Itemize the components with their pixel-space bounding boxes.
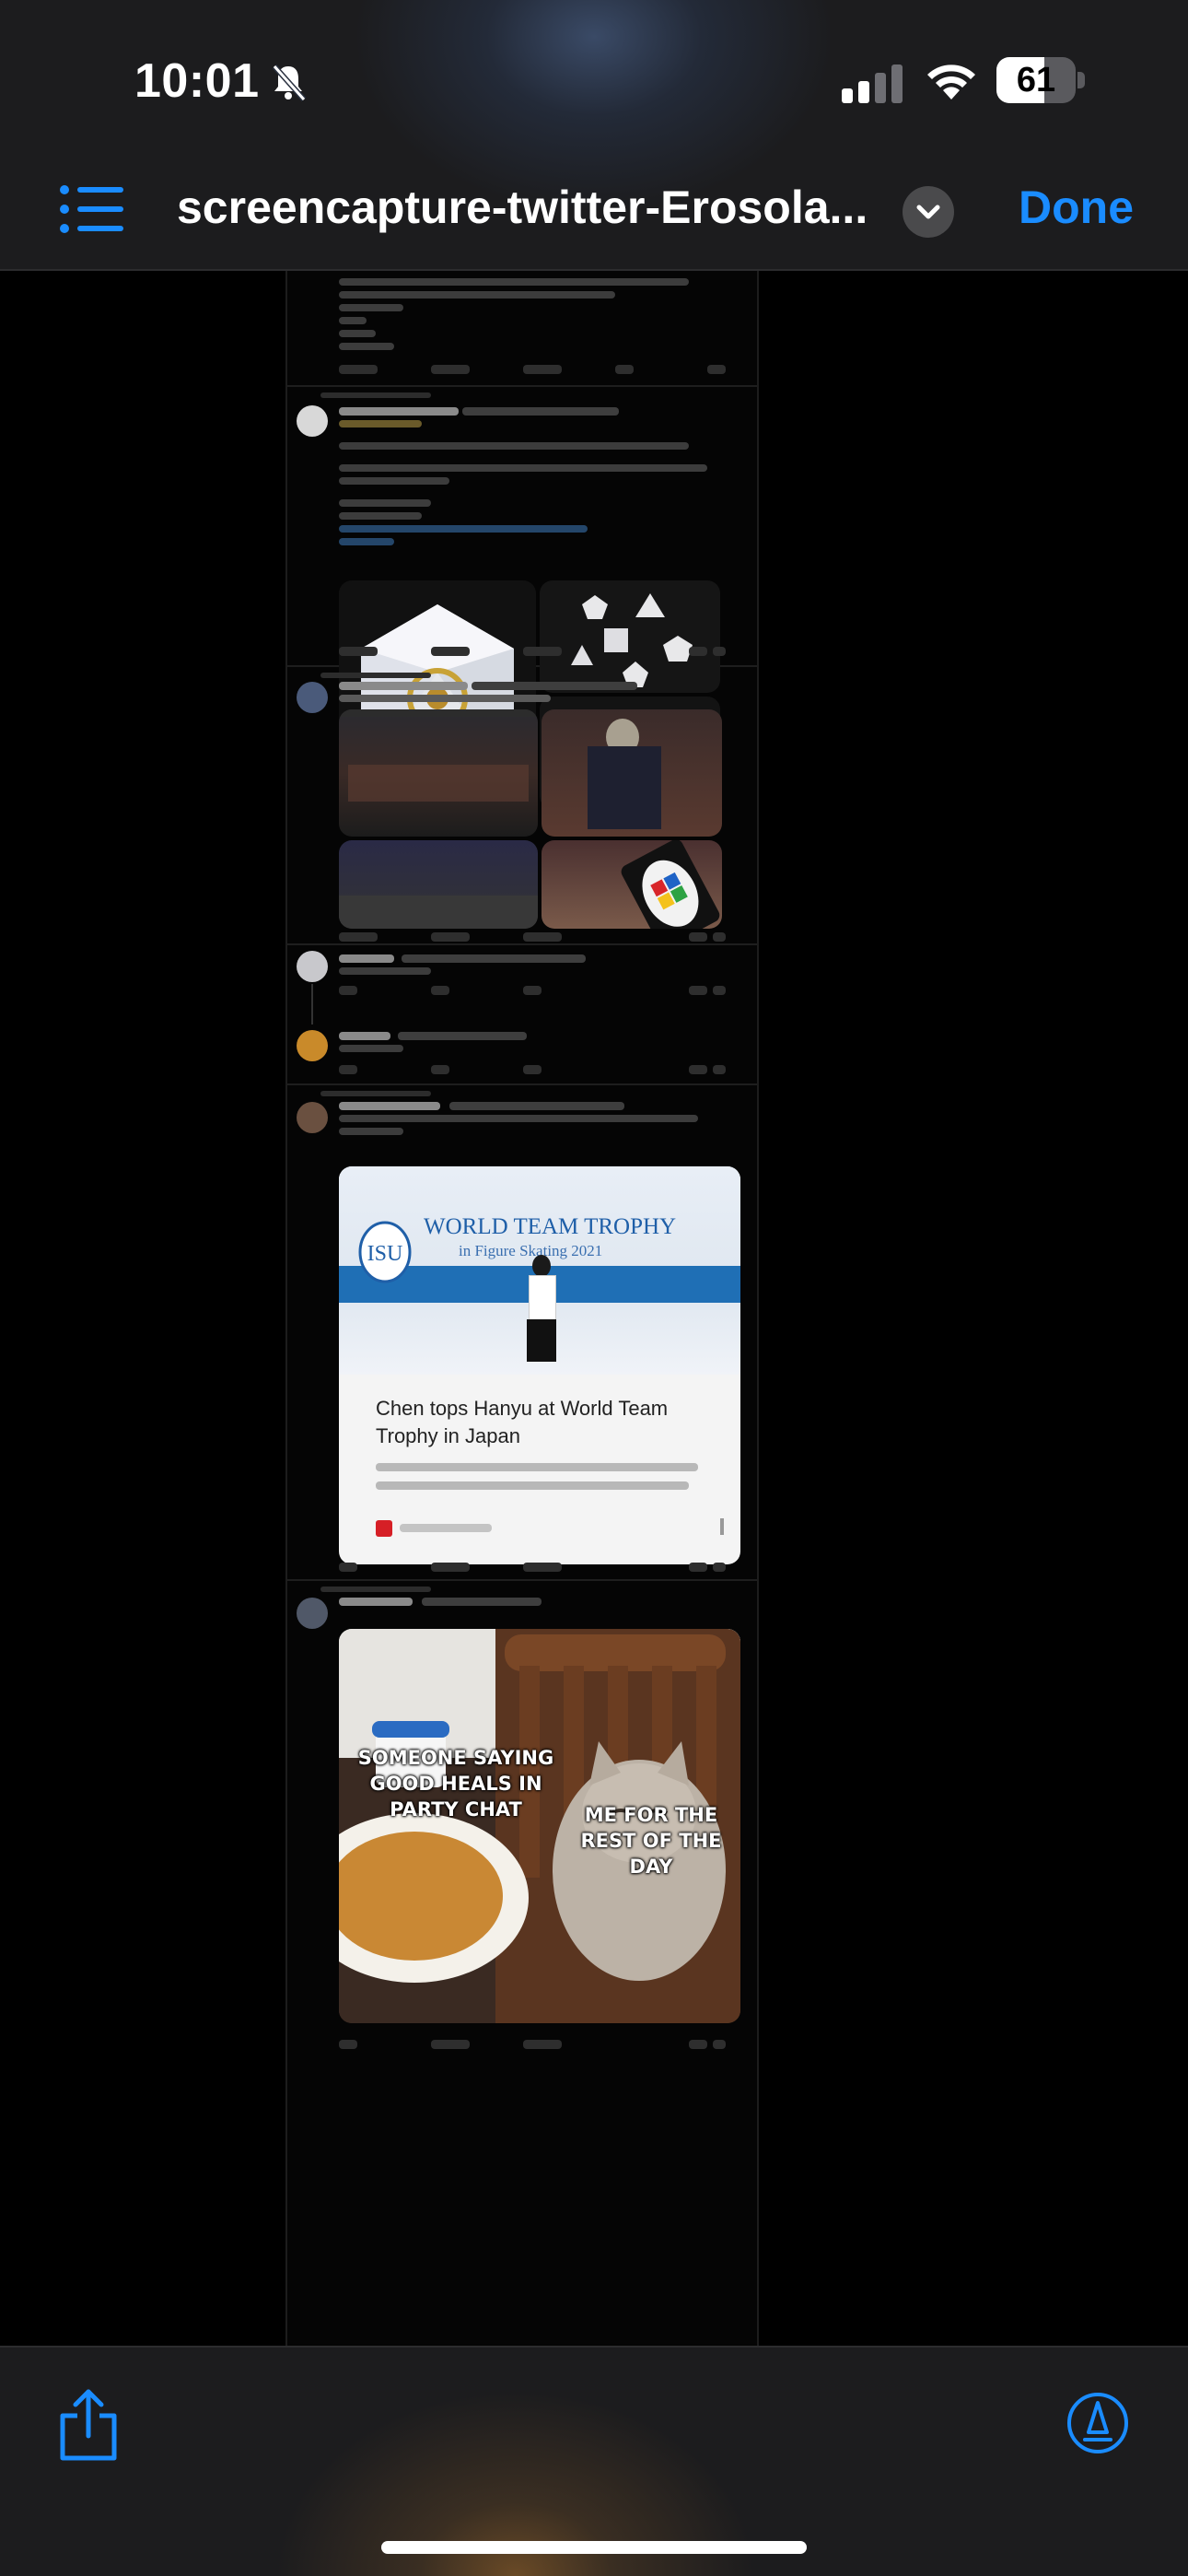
tweet-image xyxy=(339,709,538,837)
tweet-handle xyxy=(402,954,586,963)
tweet-handle xyxy=(462,407,619,416)
retweet-indicator xyxy=(320,1091,431,1096)
isu-logo-icon: ISU xyxy=(358,1221,412,1283)
document-title[interactable]: screencapture-twitter-Erosola... xyxy=(177,181,895,234)
avatar xyxy=(297,951,328,982)
tweet-text-line xyxy=(339,330,376,337)
tweet-text-line xyxy=(339,1115,698,1122)
cellular-signal-icon xyxy=(842,64,903,103)
tweet-text-line xyxy=(339,343,394,350)
skater-figure xyxy=(523,1255,560,1365)
list-icon[interactable] xyxy=(59,182,123,236)
tweet-text-line xyxy=(339,464,707,472)
tweet xyxy=(287,387,757,809)
tweet-handle xyxy=(449,1102,624,1110)
link-card: ISU WORLD TEAM TROPHY in Figure Skating … xyxy=(339,1166,740,1564)
tweet-actions xyxy=(339,2040,726,2049)
status-time: 10:01 xyxy=(134,54,260,108)
title-menu-button[interactable] xyxy=(903,186,954,238)
tweet-author xyxy=(339,407,459,416)
link-card-headline: Chen tops Hanyu at World Team Trophy in … xyxy=(376,1397,669,1447)
tweet-author xyxy=(339,1598,413,1606)
link-card-image: ISU WORLD TEAM TROPHY in Figure Skating … xyxy=(339,1166,740,1375)
done-button[interactable]: Done xyxy=(1019,181,1134,234)
tweet-author xyxy=(339,954,394,963)
tweet-actions xyxy=(339,365,726,374)
reply-text-line xyxy=(339,1045,403,1052)
tweet-text-line xyxy=(339,967,431,975)
avatar xyxy=(297,1598,328,1629)
retweet-indicator xyxy=(320,1587,431,1592)
tweet-image xyxy=(339,840,538,929)
silent-bell-icon xyxy=(272,64,307,101)
show-more-link xyxy=(339,538,394,545)
retweet-indicator xyxy=(320,673,431,678)
avatar xyxy=(297,682,328,713)
document-page[interactable]: ISU WORLD TEAM TROPHY in Figure Skating … xyxy=(285,271,759,2348)
tweet xyxy=(287,667,757,945)
tweet-image xyxy=(542,709,722,837)
uno-card-image xyxy=(621,840,720,929)
tweet-handle xyxy=(472,682,637,690)
battery-tip xyxy=(1077,72,1085,88)
tweet-actions xyxy=(339,647,726,656)
share-icon[interactable] xyxy=(55,2386,122,2464)
reply-author xyxy=(339,1032,390,1040)
svg-text:ISU: ISU xyxy=(367,1242,403,1266)
tweet-thread xyxy=(287,945,757,1085)
tweet-image xyxy=(542,840,722,929)
tweet-text-line xyxy=(339,420,422,427)
tweet-text-line xyxy=(339,317,367,324)
tweet-text-line xyxy=(339,525,588,533)
tweet xyxy=(287,271,757,387)
tweet-text-line xyxy=(339,442,689,450)
image-title-line1: WORLD TEAM TROPHY xyxy=(424,1214,677,1239)
markup-pen-icon[interactable] xyxy=(1066,2392,1129,2454)
tweet-text-line xyxy=(339,512,422,520)
meme-caption-left: SOMEONE SAYING GOOD HEALS IN PARTY CHAT xyxy=(357,1747,554,1821)
avatar xyxy=(297,1030,328,1061)
tweet-text-line xyxy=(339,1128,403,1135)
tweet-actions xyxy=(339,1563,726,1572)
tweet-actions xyxy=(339,932,726,942)
tweet-text-line xyxy=(339,499,431,507)
tweet-text-line xyxy=(339,291,615,299)
more-icon xyxy=(720,1518,724,1535)
reply-handle xyxy=(398,1032,527,1040)
battery-icon: 61 xyxy=(996,57,1076,103)
wifi-icon xyxy=(927,64,975,100)
avatar xyxy=(297,405,328,437)
tweet-actions xyxy=(339,986,726,995)
tweet-author xyxy=(339,682,468,690)
tweet-text-line xyxy=(339,477,449,485)
link-card-description xyxy=(376,1459,707,1496)
tweet-author xyxy=(339,1102,440,1110)
espn-logo-icon xyxy=(376,1520,392,1537)
tweet: SOMEONE SAYING GOOD HEALS IN PARTY CHAT … xyxy=(287,1581,757,2053)
tweet-text-line xyxy=(339,304,403,311)
tweet: ISU WORLD TEAM TROPHY in Figure Skating … xyxy=(287,1085,757,1581)
meme-caption-right: ME FOR THE REST OF THE DAY xyxy=(580,1804,722,1878)
tweet-text-line xyxy=(339,695,551,702)
tweet-handle xyxy=(422,1598,542,1606)
avatar xyxy=(297,1102,328,1133)
tweet-text-line xyxy=(339,278,689,286)
retweet-indicator xyxy=(320,392,431,398)
battery-percentage: 61 xyxy=(1016,61,1056,100)
link-card-source xyxy=(400,1524,492,1532)
chevron-down-icon xyxy=(916,205,940,219)
home-indicator[interactable] xyxy=(381,2541,807,2554)
meme-image: SOMEONE SAYING GOOD HEALS IN PARTY CHAT … xyxy=(339,1629,740,2023)
tweet-actions xyxy=(339,1065,726,1074)
